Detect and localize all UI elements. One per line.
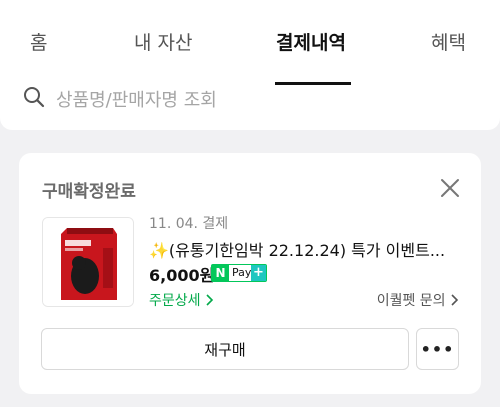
top-header: 홈 내 자산 결제내역 혜택 상품명/판매자명 조회 (0, 0, 500, 130)
plus-icon: + (251, 265, 266, 281)
seller-inquiry-label: 이퀄펫 문의 (376, 293, 446, 309)
product-title[interactable]: ✨(유통기한임박 22.12.24) 특가 이벤트... (149, 237, 445, 261)
chevron-right-icon (206, 294, 214, 306)
order-detail-label: 주문상세 (149, 293, 201, 309)
order-detail-link[interactable]: 주문상세 (149, 290, 214, 310)
tab-bar: 홈 내 자산 결제내역 혜택 (0, 20, 500, 85)
tab-home[interactable]: 홈 (30, 28, 47, 55)
close-icon[interactable] (439, 177, 461, 199)
search-input[interactable]: 상품명/판매자명 조회 (56, 86, 217, 112)
search-bar[interactable]: 상품명/판매자명 조회 (22, 83, 482, 113)
order-card: 구매확정완료 11. 04. 결제 ✨(유통기한임박 22.12.24) 특가 … (19, 153, 481, 394)
more-dots-icon: ••• (420, 340, 455, 359)
more-options-button[interactable]: ••• (416, 328, 459, 370)
search-icon[interactable] (22, 85, 46, 109)
naver-n-icon: N (212, 265, 229, 281)
npay-label: Pay (232, 266, 252, 279)
tab-my-assets[interactable]: 내 자산 (134, 28, 192, 55)
tab-benefits[interactable]: 혜택 (431, 28, 466, 55)
seller-inquiry-link[interactable]: 이퀄펫 문의 (377, 290, 459, 310)
order-status: 구매확정완료 (42, 182, 136, 202)
product-image[interactable] (42, 217, 134, 307)
payment-date: 11. 04. 결제 (149, 216, 229, 232)
chevron-right-icon (451, 294, 459, 306)
npay-plus-badge: N Pay + (211, 264, 267, 282)
rebuy-button[interactable]: 재구매 (41, 328, 409, 370)
product-bag-image (43, 218, 133, 306)
product-price: 6,000원 (149, 266, 215, 285)
tab-payment-history[interactable]: 결제내역 (276, 28, 346, 55)
